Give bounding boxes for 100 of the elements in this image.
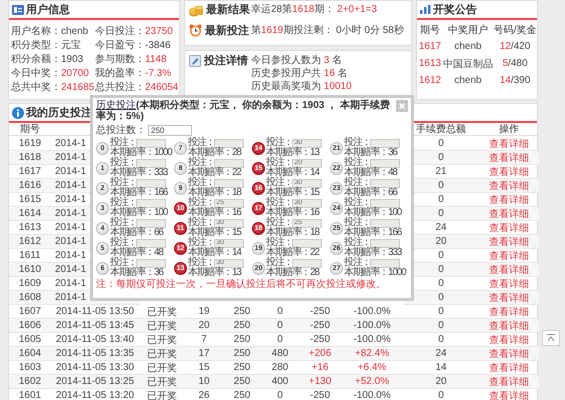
table-cell: 26 xyxy=(185,389,223,400)
view-details-link[interactable]: 查看详细 xyxy=(489,248,529,262)
table-cell: 1617 xyxy=(418,41,442,52)
panel-title: 用户信息 xyxy=(26,2,70,17)
table-cell: 已开奖 xyxy=(139,347,185,361)
column-header: 中奖用户 xyxy=(448,24,488,36)
field-label: 今日投注： xyxy=(95,24,145,38)
section-title: 最新投注 xyxy=(205,24,249,38)
column-header: 期号 xyxy=(9,123,51,136)
field-value: 1148 xyxy=(145,54,168,64)
close-icon[interactable] xyxy=(396,100,408,112)
view-details-link[interactable]: 查看详细 xyxy=(489,388,529,400)
stat-text: 今日参投人数为 3 名 xyxy=(251,54,344,67)
scroll-top-button[interactable] xyxy=(542,330,560,346)
bet-field[interactable] xyxy=(136,178,166,188)
bet-field[interactable] xyxy=(214,158,244,168)
table-cell: -100.0% xyxy=(341,319,403,333)
bet-field[interactable] xyxy=(214,178,244,188)
bet-field[interactable] xyxy=(136,238,166,248)
field-label: 投注： xyxy=(344,138,370,148)
bet-field[interactable] xyxy=(370,198,400,208)
table-cell: 2014-11-05 13:25 xyxy=(51,375,139,389)
info-icon xyxy=(12,106,24,118)
field-label: 投注： xyxy=(266,198,292,208)
bet-field[interactable] xyxy=(370,218,400,228)
table-cell: 250 xyxy=(223,389,261,400)
bet-field[interactable] xyxy=(214,138,244,148)
view-details-link[interactable]: 查看详细 xyxy=(489,360,529,374)
odds-text: 本期赔率：16 xyxy=(266,208,320,218)
bet-field[interactable] xyxy=(370,178,400,188)
table-cell: 1612 xyxy=(9,235,51,249)
view-details-link[interactable]: 查看详细 xyxy=(489,304,529,318)
table-cell: 已开奖 xyxy=(139,375,185,389)
table-cell: 1618 xyxy=(9,151,51,165)
bet-field[interactable] xyxy=(292,258,322,268)
field-value: -7.3% xyxy=(145,68,172,78)
column-header: 号码/奖金 xyxy=(494,24,536,36)
view-details-link[interactable]: 查看详细 xyxy=(489,332,529,346)
view-details-link[interactable]: 查看详细 xyxy=(489,164,529,178)
bet-field[interactable] xyxy=(136,198,166,208)
odds-text: 本期赔率：166 xyxy=(344,228,402,238)
view-details-link[interactable]: 查看详细 xyxy=(489,220,529,234)
section-title: 投注详情 xyxy=(204,54,248,68)
field-value: 23750 xyxy=(145,26,174,36)
table-cell: 20 xyxy=(185,319,223,333)
view-details-link[interactable]: 查看详细 xyxy=(489,276,529,290)
field-label: 投注： xyxy=(266,238,292,248)
column-header: 期号 xyxy=(420,24,440,36)
bet-field[interactable] xyxy=(370,258,400,268)
field-label: 投注： xyxy=(266,158,292,168)
bet-field[interactable] xyxy=(370,238,400,248)
odds-text: 本期赔率：66 xyxy=(344,188,398,198)
field-label: 积分类型： xyxy=(11,38,61,52)
odds-text: 本期赔率：15 xyxy=(188,228,242,238)
total-bets-field[interactable]: 250 xyxy=(148,124,192,136)
field-label: 积分余额： xyxy=(11,52,61,66)
field-label: 总投注数： xyxy=(96,124,146,136)
field-label: 我的盈率： xyxy=(95,66,145,80)
table-cell: +130 xyxy=(299,375,341,389)
id-card-icon xyxy=(12,4,24,14)
odds-text: 本期赔率：13 xyxy=(266,148,320,158)
bet-field[interactable] xyxy=(292,238,322,248)
field-label: 参与期数： xyxy=(95,52,145,66)
bet-field[interactable] xyxy=(370,158,400,168)
alarm-clock-icon xyxy=(189,24,202,37)
view-details-link[interactable]: 查看详细 xyxy=(489,136,529,150)
bet-field[interactable] xyxy=(370,138,400,148)
odds-text: 本期赔率：333 xyxy=(344,248,402,258)
table-cell: 20 xyxy=(403,375,479,389)
odds-text: 本期赔率：100 xyxy=(344,208,402,218)
field-label: 投注： xyxy=(344,258,370,268)
table-cell: 0 xyxy=(403,319,479,333)
table-cell: 1616 xyxy=(9,179,51,193)
odds-text: 本期赔率：16 xyxy=(188,208,242,218)
odds-text: 本期赔率：18 xyxy=(266,228,320,238)
field-label: 投注： xyxy=(188,158,214,168)
field-label: 投注： xyxy=(266,178,292,188)
field-label: 投注： xyxy=(110,238,136,248)
table-cell: chenb xyxy=(454,41,482,52)
odds-text: 本期赔率：15 xyxy=(266,188,320,198)
field-label: 投注： xyxy=(266,218,292,228)
table-cell: 已开奖 xyxy=(139,319,185,333)
bet-field[interactable] xyxy=(136,138,166,148)
field-label: 投注： xyxy=(188,178,214,188)
table-cell: 2014-11-05 13:45 xyxy=(51,319,139,333)
field-label: 投注： xyxy=(188,218,214,228)
table-cell: 24 xyxy=(403,347,479,361)
table-cell: 已开奖 xyxy=(139,389,185,400)
countdown-text: 第1619期投注剩： 0小时 0分 58秒 xyxy=(251,24,405,36)
table-cell: 1608 xyxy=(9,291,51,305)
field-value: chenb xyxy=(61,26,90,36)
bet-field[interactable] xyxy=(136,258,166,268)
table-cell: 400 xyxy=(261,375,299,389)
table-cell: 0 xyxy=(403,389,479,400)
bet-field[interactable] xyxy=(136,158,166,168)
odds-text: 本期赔率：18 xyxy=(188,188,242,198)
bet-field[interactable] xyxy=(136,218,166,228)
odds-text: 本期赔率：22 xyxy=(266,248,320,258)
field-value: 246054 xyxy=(145,82,179,92)
view-details-link[interactable]: 查看详细 xyxy=(489,192,529,206)
